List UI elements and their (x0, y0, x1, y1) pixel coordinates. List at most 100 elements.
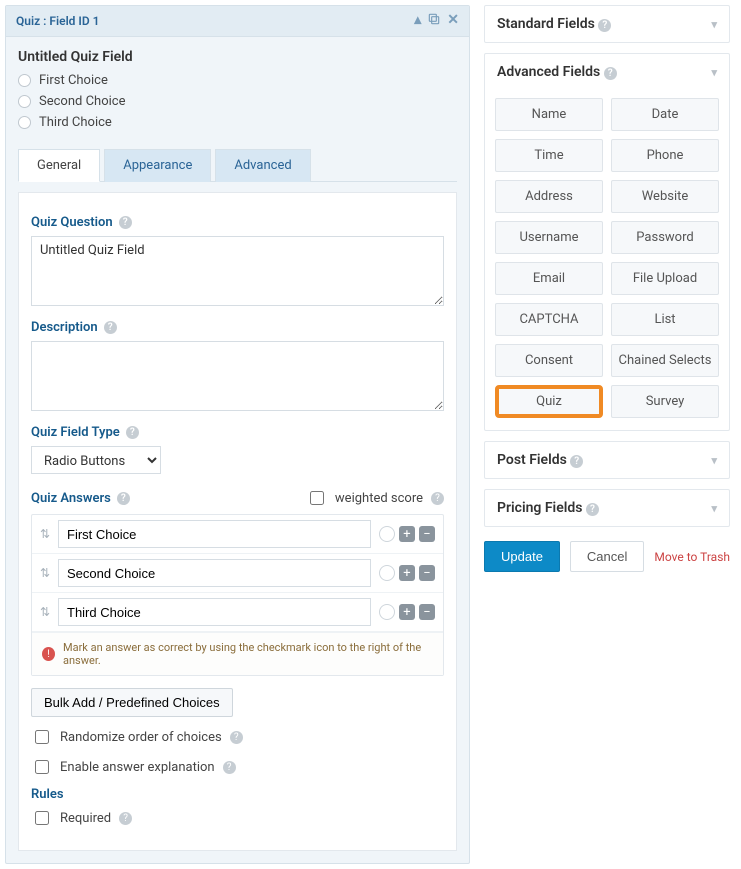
move-to-trash-link[interactable]: Move to Trash (654, 550, 730, 564)
add-answer-icon[interactable]: + (399, 604, 415, 620)
label-text: Quiz Question (31, 215, 113, 230)
field-btn-name[interactable]: Name (495, 98, 603, 131)
field-btn-chained-selects[interactable]: Chained Selects (611, 344, 719, 377)
mark-correct-icon[interactable] (379, 526, 395, 542)
answer-row: ⇅ + − (32, 515, 443, 554)
field-btn-password[interactable]: Password (611, 221, 719, 254)
acc-advanced-fields: Advanced Fields ? ▾ NameDateTimePhoneAdd… (484, 53, 730, 431)
answers-help-note: ! Mark an answer as correct by using the… (32, 632, 443, 675)
checkbox-label: Required (60, 811, 111, 826)
close-icon[interactable]: ✕ (447, 12, 459, 30)
preview-choices: First Choice Second Choice Third Choice (18, 73, 457, 130)
drag-handle-icon[interactable]: ⇅ (40, 566, 50, 580)
answer-input[interactable] (58, 559, 371, 587)
enable-explanation-toggle[interactable]: Enable answer explanation ? (31, 757, 444, 777)
preview-choice: Third Choice (18, 115, 457, 130)
help-icon[interactable]: ? (431, 492, 444, 505)
field-btn-website[interactable]: Website (611, 180, 719, 213)
quiz-question-input[interactable] (31, 236, 444, 306)
add-answer-icon[interactable]: + (399, 526, 415, 542)
field-btn-quiz[interactable]: Quiz (495, 385, 603, 418)
acc-header-standard[interactable]: Standard Fields ? ▾ (485, 6, 729, 42)
checkbox-label: weighted score (335, 491, 423, 506)
tab-general[interactable]: General (18, 149, 100, 182)
label-text: Quiz Answers (31, 491, 111, 506)
weighted-score-checkbox[interactable] (310, 491, 324, 505)
tab-advanced[interactable]: Advanced (215, 149, 310, 182)
help-icon[interactable]: ? (586, 503, 599, 516)
drag-handle-icon[interactable]: ⇅ (40, 527, 50, 541)
help-icon[interactable]: ? (230, 731, 243, 744)
chevron-down-icon: ▾ (711, 66, 717, 79)
description-input[interactable] (31, 341, 444, 411)
help-icon[interactable]: ? (104, 321, 117, 334)
help-icon[interactable]: ? (126, 426, 139, 439)
field-btn-date[interactable]: Date (611, 98, 719, 131)
label-rules: Rules (31, 787, 444, 802)
radio-icon (18, 74, 31, 87)
field-btn-file-upload[interactable]: File Upload (611, 262, 719, 295)
weighted-score-toggle[interactable]: weighted score ? (306, 488, 444, 508)
label-text: Quiz Field Type (31, 425, 120, 440)
label-description: Description ? (31, 320, 444, 335)
answer-input[interactable] (58, 598, 371, 626)
cancel-button[interactable]: Cancel (570, 541, 644, 572)
remove-answer-icon[interactable]: − (419, 604, 435, 620)
label-text: Description (31, 320, 98, 335)
help-icon[interactable]: ? (119, 216, 132, 229)
mark-correct-icon[interactable] (379, 604, 395, 620)
answers-list: ⇅ + − ⇅ + − (31, 514, 444, 676)
collapse-icon[interactable]: ▴ (414, 12, 421, 30)
acc-title: Post Fields (497, 452, 567, 468)
acc-header-post[interactable]: Post Fields ? ▾ (485, 442, 729, 478)
warning-icon: ! (42, 647, 55, 661)
checkbox-label: Enable answer explanation (60, 760, 215, 775)
answer-row: ⇅ + − (32, 554, 443, 593)
field-btn-consent[interactable]: Consent (495, 344, 603, 377)
field-btn-survey[interactable]: Survey (611, 385, 719, 418)
choice-label: Third Choice (39, 115, 112, 130)
mark-correct-icon[interactable] (379, 565, 395, 581)
field-btn-captcha[interactable]: CAPTCHA (495, 303, 603, 336)
explanation-checkbox[interactable] (35, 760, 49, 774)
panel-title: Quiz : Field ID 1 (16, 14, 100, 28)
answer-row: ⇅ + − (32, 593, 443, 632)
required-checkbox[interactable] (35, 811, 49, 825)
field-btn-phone[interactable]: Phone (611, 139, 719, 172)
acc-header-advanced[interactable]: Advanced Fields ? ▾ (485, 54, 729, 90)
update-button[interactable]: Update (484, 541, 560, 572)
remove-answer-icon[interactable]: − (419, 565, 435, 581)
bulk-add-button[interactable]: Bulk Add / Predefined Choices (31, 688, 233, 717)
acc-title: Pricing Fields (497, 500, 582, 516)
help-icon[interactable]: ? (117, 492, 130, 505)
acc-header-pricing[interactable]: Pricing Fields ? ▾ (485, 490, 729, 526)
field-type-select[interactable]: Radio Buttons (31, 446, 161, 474)
chevron-down-icon: ▾ (711, 502, 717, 515)
add-answer-icon[interactable]: + (399, 565, 415, 581)
answer-input[interactable] (58, 520, 371, 548)
help-icon[interactable]: ? (598, 19, 611, 32)
duplicate-icon[interactable] (427, 12, 441, 30)
drag-handle-icon[interactable]: ⇅ (40, 605, 50, 619)
field-btn-list[interactable]: List (611, 303, 719, 336)
choice-label: First Choice (39, 73, 108, 88)
remove-answer-icon[interactable]: − (419, 526, 435, 542)
help-icon[interactable]: ? (223, 761, 236, 774)
field-btn-username[interactable]: Username (495, 221, 603, 254)
note-text: Mark an answer as correct by using the c… (63, 641, 433, 667)
help-icon[interactable]: ? (119, 812, 132, 825)
randomize-checkbox[interactable] (35, 730, 49, 744)
help-icon[interactable]: ? (604, 67, 617, 80)
field-btn-address[interactable]: Address (495, 180, 603, 213)
field-btn-time[interactable]: Time (495, 139, 603, 172)
tab-appearance[interactable]: Appearance (104, 149, 211, 182)
field-btn-email[interactable]: Email (495, 262, 603, 295)
randomize-toggle[interactable]: Randomize order of choices ? (31, 727, 444, 747)
acc-post-fields: Post Fields ? ▾ (484, 441, 730, 479)
help-icon[interactable]: ? (570, 455, 583, 468)
required-toggle[interactable]: Required ? (31, 808, 444, 828)
preview-choice: Second Choice (18, 94, 457, 109)
field-editor-panel: Quiz : Field ID 1 ▴ ✕ Untitled Quiz Fiel… (5, 5, 470, 864)
preview-choice: First Choice (18, 73, 457, 88)
choice-label: Second Choice (39, 94, 125, 109)
